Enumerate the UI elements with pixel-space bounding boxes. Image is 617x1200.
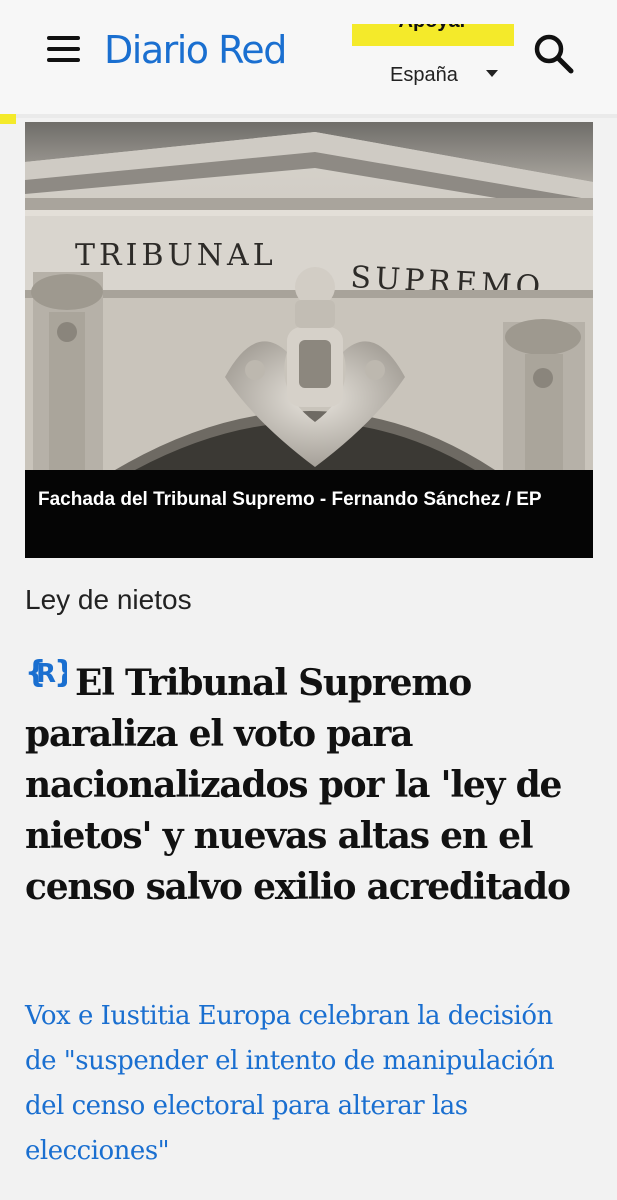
site-logo[interactable]: Diario Red (104, 26, 287, 74)
svg-text:}: } (54, 655, 67, 689)
frieze-text-left: TRIBUNAL (75, 238, 277, 273)
search-icon[interactable] (530, 30, 576, 76)
r-badge-icon: {R} (25, 652, 75, 703)
article-headline[interactable]: {R}El Tribunal Supremo paraliza el voto … (25, 652, 585, 913)
image-caption: Fachada del Tribunal Supremo - Fernando … (25, 470, 593, 558)
article-subheadline: Vox e Iustitia Europa celebran la decisi… (25, 1001, 555, 1166)
support-button[interactable]: Apoyar (352, 24, 514, 46)
image-caption-text: Fachada del Tribunal Supremo - Fernando … (38, 489, 542, 510)
header-divider (0, 114, 617, 118)
page: Diario Red Apoyar España (0, 0, 617, 1200)
menu-icon[interactable] (44, 32, 82, 66)
header-accent (0, 114, 16, 124)
country-select[interactable]: España (390, 60, 506, 92)
support-button-label: Apoyar (352, 24, 514, 33)
country-select-value: España (390, 64, 458, 86)
site-header: Diario Red Apoyar España (0, 0, 617, 124)
article-image[interactable]: TRIBUNAL SUPREMO (25, 122, 593, 470)
svg-text:R: R (36, 659, 56, 689)
chevron-down-icon (486, 70, 498, 77)
article-category[interactable]: Ley de nietos (25, 584, 192, 616)
article-headline-text: El Tribunal Supremo paraliza el voto par… (25, 662, 571, 908)
